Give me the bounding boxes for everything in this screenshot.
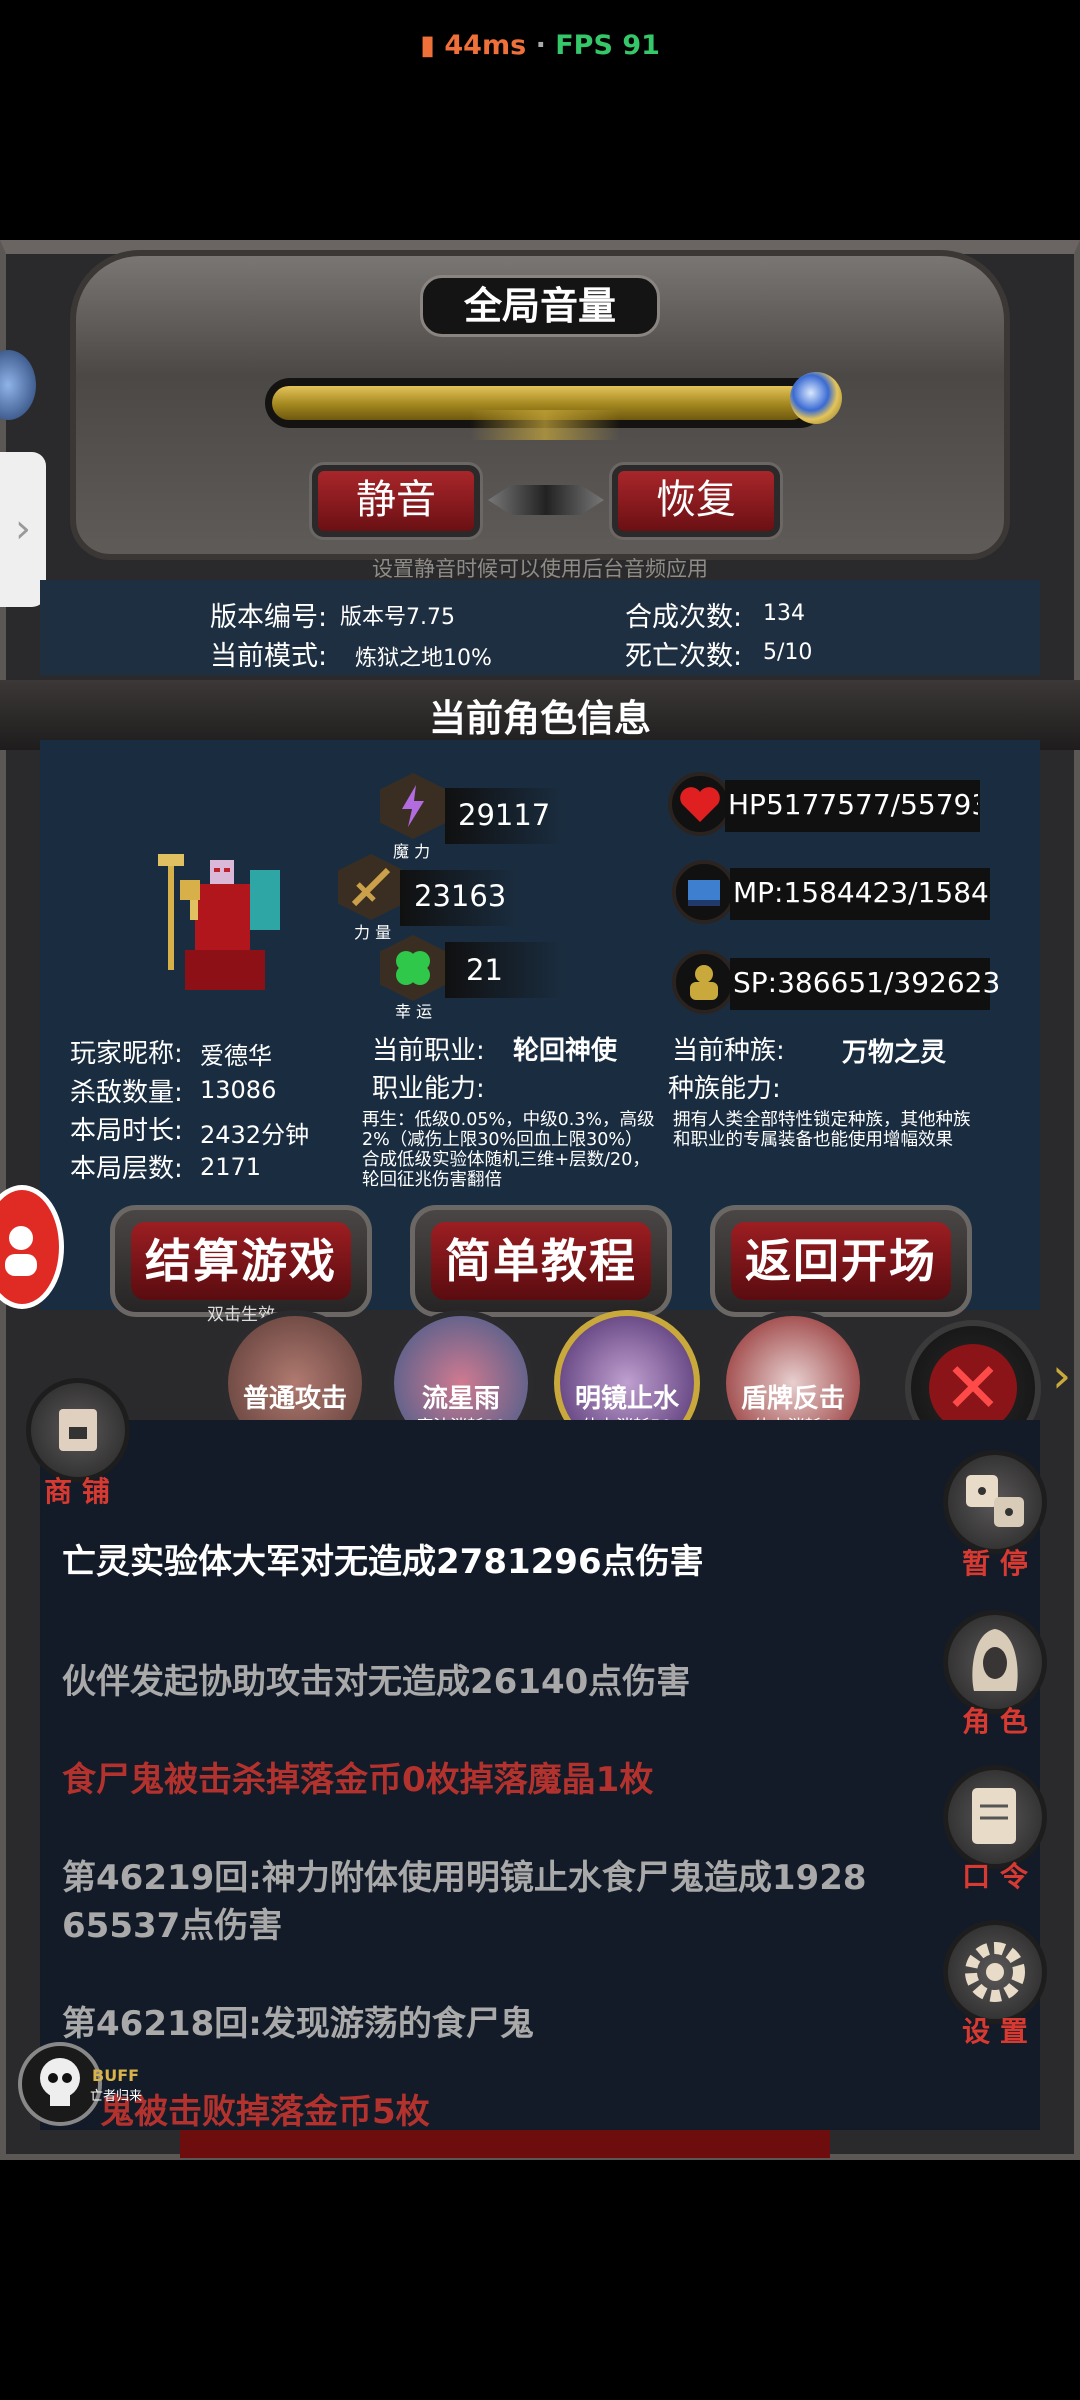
volume-knob[interactable]: [790, 372, 842, 424]
strength-caption: 力 量: [354, 923, 392, 942]
volume-hint: 设置静音时候可以使用后台音频应用: [372, 557, 708, 581]
strength-value: 23163: [414, 879, 507, 913]
mp-value: MP:1584423/158446: [733, 876, 988, 909]
signal-icon: ▮: [420, 30, 435, 61]
role-label: 角 色: [962, 1705, 1028, 1738]
magic-caption: 魔 力: [393, 842, 431, 861]
race-value: 万物之灵: [842, 1038, 947, 1068]
job-label: 当前职业:: [372, 1036, 485, 1066]
shop-button[interactable]: [26, 1378, 130, 1482]
network-status: ▮ 44ms · FPS 91: [0, 30, 1080, 61]
code-button[interactable]: [943, 1765, 1047, 1869]
skull-icon: [40, 2058, 80, 2106]
heart-icon: [668, 772, 732, 836]
nickname-value: 爱德华: [200, 1042, 272, 1070]
floors-value: 2171: [200, 1153, 262, 1181]
tutorial-label: 简单教程: [431, 1222, 651, 1300]
log-line: 第46218回:发现游荡的食尸鬼: [62, 2004, 534, 2044]
skill-name: 盾牌反击: [740, 1384, 845, 1414]
fps-text: FPS 91: [555, 30, 660, 61]
chevron-right-icon[interactable]: ›: [1052, 1348, 1071, 1404]
pause-label: 暂 停: [962, 1547, 1028, 1580]
return-start-label: 返回开场: [731, 1222, 951, 1300]
skill-name: 明镜止水: [574, 1384, 679, 1414]
log-line: 食尸鬼被击杀掉落金币0枚掉落魔晶1枚: [62, 1760, 654, 1800]
role-button[interactable]: [943, 1610, 1047, 1714]
dice-icon: [966, 1475, 1024, 1527]
info-area: [40, 580, 1040, 675]
buff-sub: 亡者归来: [90, 2089, 143, 2104]
user-badge[interactable]: [0, 1185, 64, 1309]
job-ability-label: 职业能力:: [372, 1074, 485, 1104]
stamina-icon: [672, 950, 736, 1014]
version-value: 版本号7.75: [340, 605, 455, 630]
log-line: 亡灵实验体大军对无造成2781296点伤害: [62, 1542, 704, 1582]
race-ability-label: 种族能力:: [668, 1074, 781, 1104]
luck-value: 21: [466, 953, 503, 987]
nickname-label: 玩家昵称:: [70, 1039, 183, 1069]
hood-icon: [972, 1629, 1018, 1691]
bottom-red-bar: [180, 2130, 830, 2158]
race-ability-desc: 拥有人类全部特性锁定种族，其他种族和职业的专属装备也能使用增幅效果: [673, 1110, 971, 1150]
shop-label: 商 铺: [44, 1475, 110, 1508]
kills-value: 13086: [200, 1076, 277, 1104]
gear-icon: [965, 1942, 1025, 2002]
settle-game-label: 结算游戏: [131, 1222, 351, 1300]
log-line: 第46219回:神力附体使用明镜止水食尸鬼造成1928: [62, 1858, 867, 1898]
kills-label: 杀敌数量:: [70, 1078, 183, 1108]
magic-value: 29117: [458, 798, 551, 832]
mode-label: 当前模式:: [210, 641, 328, 672]
buff-button[interactable]: [18, 2042, 102, 2126]
user-icon: [5, 1226, 37, 1276]
log-line: 伙伴发起协助攻击对无造成26140点伤害: [62, 1662, 691, 1702]
tutorial-button[interactable]: 简单教程: [410, 1205, 672, 1317]
mode-value: 炼狱之地10%: [355, 646, 492, 671]
skill-name: 普通攻击: [242, 1384, 347, 1414]
scroll-icon: [972, 1788, 1016, 1844]
craft-value: 134: [763, 601, 805, 626]
sp-value: SP:386651/392623: [733, 966, 1001, 999]
volume-title: 全局音量: [420, 275, 660, 337]
mute-button[interactable]: 静音: [312, 465, 480, 537]
button-divider-ornament: [488, 485, 604, 515]
death-value: 5/10: [763, 640, 813, 665]
shop-icon: [59, 1409, 97, 1451]
craft-label: 合成次数:: [625, 602, 743, 633]
log-line: 65537点伤害: [62, 1906, 283, 1946]
job-ability-desc: 再生：低级0.05%，中级0.3%，高级2%（减伤上限30%回血上限30%）合成…: [362, 1110, 655, 1190]
death-label: 死亡次数:: [625, 641, 743, 672]
return-start-button[interactable]: 返回开场: [710, 1205, 972, 1317]
duration-label: 本局时长:: [70, 1116, 183, 1146]
latency-text: 44ms: [444, 30, 527, 61]
buff-label: BUFF: [92, 2066, 140, 2085]
job-value: 轮回神使: [513, 1036, 618, 1066]
version-label: 版本编号:: [210, 602, 328, 633]
luck-bg: [445, 942, 565, 998]
luck-caption: 幸 运: [395, 1002, 433, 1021]
skill-name: 流星雨: [421, 1384, 500, 1414]
settings-label: 设 置: [962, 2015, 1028, 2048]
race-label: 当前种族:: [672, 1036, 785, 1066]
duration-value: 2432分钟: [200, 1121, 310, 1149]
restore-button[interactable]: 恢复: [612, 465, 780, 537]
status-separator: ·: [535, 30, 546, 61]
log-line: 鬼被击败掉落金币5枚: [100, 2092, 430, 2132]
settings-button[interactable]: [943, 1920, 1047, 2024]
code-label: 口 令: [962, 1860, 1028, 1893]
pause-button[interactable]: [943, 1450, 1047, 1554]
close-icon: ✕: [929, 1344, 1017, 1432]
floors-label: 本局层数:: [70, 1154, 183, 1184]
mana-icon: [672, 860, 736, 924]
hp-value: HP5177577/55793: [728, 788, 978, 821]
character-avatar: [158, 854, 280, 990]
character-title: 当前角色信息: [429, 697, 651, 740]
slider-ornament-icon: [470, 410, 620, 440]
